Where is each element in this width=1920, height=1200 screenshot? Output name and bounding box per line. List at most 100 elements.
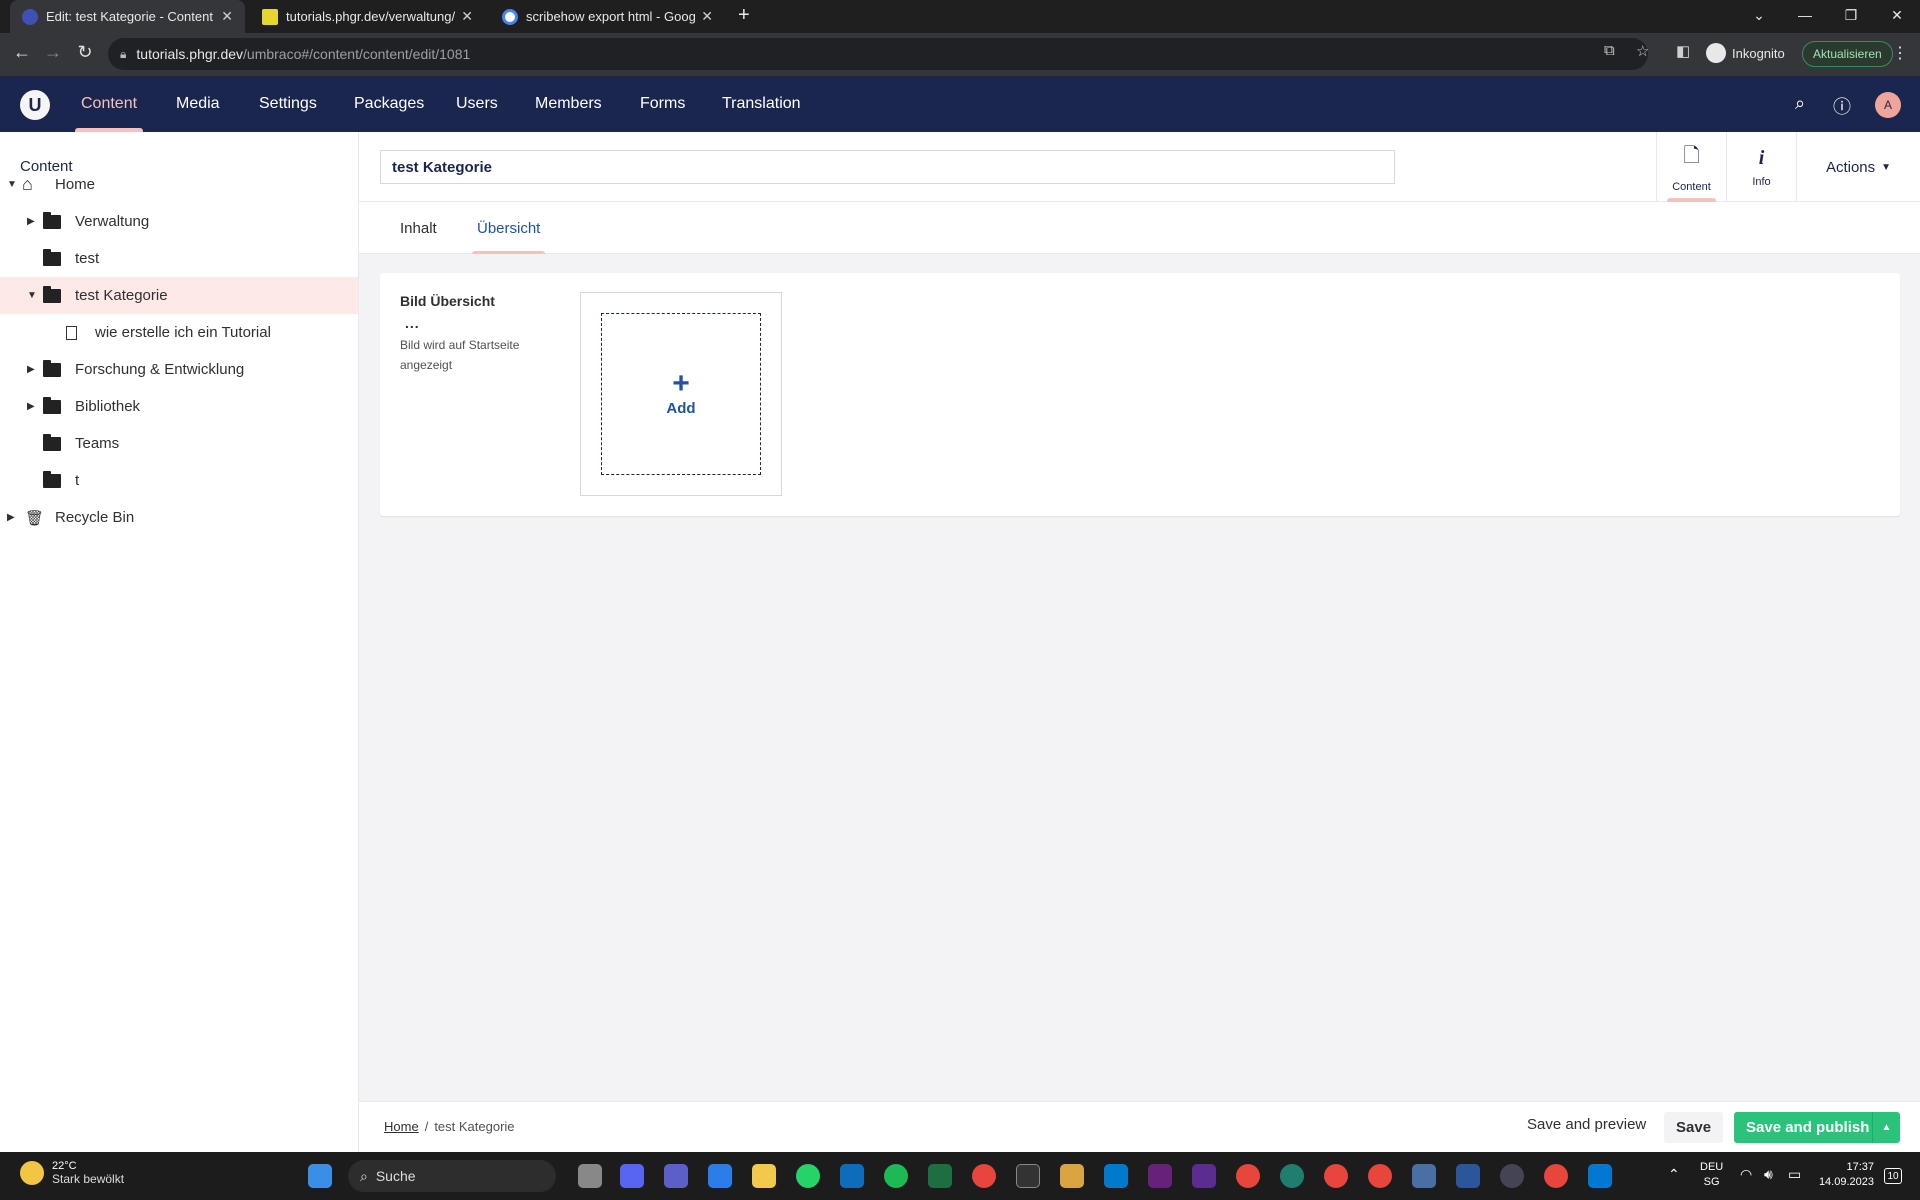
input-language[interactable]: DEU SG (1700, 1160, 1723, 1190)
caret-right-icon[interactable]: ▶ (7, 512, 15, 523)
close-icon[interactable]: ✕ (461, 8, 473, 25)
word-icon[interactable] (1456, 1164, 1480, 1188)
terminal-icon[interactable] (1016, 1164, 1040, 1188)
caret-right-icon[interactable]: ▶ (27, 401, 35, 412)
save-button[interactable]: Save (1664, 1112, 1724, 1143)
tree-item-bibliothek[interactable]: ▶ Bibliothek (0, 388, 358, 425)
tree-item-teams[interactable]: Teams (0, 425, 358, 462)
volume-icon[interactable]: 🔊︎ (1764, 1166, 1773, 1183)
caret-right-icon[interactable]: ▶ (27, 364, 35, 375)
task-view-icon[interactable] (578, 1164, 602, 1188)
browser-tab-umbraco[interactable]: Edit: test Kategorie - Content - tu ✕ (10, 0, 245, 33)
chrome-icon[interactable] (1324, 1164, 1348, 1188)
document-name-input[interactable] (380, 150, 1395, 184)
breadcrumb-home[interactable]: Home (384, 1119, 419, 1134)
forward-arrow-icon[interactable]: → (41, 42, 65, 63)
app-icon[interactable] (1280, 1164, 1304, 1188)
todo-icon[interactable] (708, 1164, 732, 1188)
update-button[interactable]: Aktualisieren (1802, 41, 1893, 67)
nav-content[interactable]: Content (74, 76, 144, 132)
incognito-indicator[interactable]: Inkognito (1706, 39, 1785, 67)
chrome-icon[interactable] (1368, 1164, 1392, 1188)
windows-start-icon[interactable] (308, 1164, 332, 1188)
browser-tab-tutorials[interactable]: tutorials.phgr.dev/verwaltung/inf ✕ (250, 0, 485, 33)
browser-menu-icon[interactable]: ⋮ (1892, 43, 1908, 63)
caret-down-icon[interactable]: ▼ (7, 179, 17, 190)
app-icon[interactable] (1500, 1164, 1524, 1188)
excel-icon[interactable] (928, 1164, 952, 1188)
tree-item-tutorial[interactable]: wie erstelle ich ein Tutorial (0, 314, 358, 351)
window-close-icon[interactable]: ✕ (1874, 0, 1920, 30)
app-icon[interactable] (1192, 1164, 1216, 1188)
whatsapp-icon[interactable] (796, 1164, 820, 1188)
tree-item-test-kategorie[interactable]: ▼ test Kategorie (0, 277, 358, 314)
folder-icon (43, 433, 61, 451)
back-arrow-icon[interactable]: ← (10, 42, 34, 63)
side-panel-icon[interactable]: ◧ (1676, 42, 1690, 60)
tree-item-home[interactable]: ▼ ⌂ Home (0, 166, 358, 203)
nav-media[interactable]: Media (176, 76, 220, 132)
browser-tab-google[interactable]: scribehow export html - Google ✕ (490, 0, 725, 33)
property-more-button[interactable]: ... (405, 315, 420, 331)
wifi-icon[interactable]: ◠ (1740, 1166, 1752, 1183)
outlook-icon[interactable] (840, 1164, 864, 1188)
tab-inhalt[interactable]: Inhalt (400, 202, 437, 254)
save-and-publish-button[interactable]: Save and publish ▲ (1734, 1112, 1900, 1143)
taskbar-search[interactable]: ⌕ Suche (348, 1160, 556, 1192)
caret-down-icon[interactable]: ▼ (27, 290, 37, 301)
caret-right-icon[interactable]: ▶ (27, 216, 35, 227)
spotify-icon[interactable] (884, 1164, 908, 1188)
tree-item-verwaltung[interactable]: ▶ Verwaltung (0, 203, 358, 240)
bookmark-star-icon[interactable]: ☆ (1636, 42, 1649, 60)
visual-studio-icon[interactable] (1148, 1164, 1172, 1188)
nav-members[interactable]: Members (535, 76, 602, 132)
tree-item-test[interactable]: test (0, 240, 358, 277)
reload-icon[interactable]: ↻ (73, 42, 97, 63)
actions-dropdown[interactable]: Actions ▼ (1796, 132, 1920, 202)
weather-widget[interactable]: 22°C Stark bewölkt (20, 1160, 124, 1186)
tab-search-chevron-icon[interactable]: ⌄ (1736, 0, 1782, 30)
content-app-button[interactable]: 🗋︎ Content (1656, 132, 1726, 202)
close-icon[interactable]: ✕ (221, 8, 233, 25)
umbraco-logo[interactable]: U (20, 90, 50, 120)
tree-item-label: wie erstelle ich ein Tutorial (95, 324, 271, 341)
help-icon[interactable]: ⓘ (1830, 93, 1854, 119)
chrome-icon[interactable] (972, 1164, 996, 1188)
file-explorer-icon[interactable] (752, 1164, 776, 1188)
new-tab-icon[interactable]: + (738, 4, 750, 27)
tree-item-recycle-bin[interactable]: ▶ 🗑︎ Recycle Bin (0, 499, 358, 536)
vscode-icon[interactable] (1104, 1164, 1128, 1188)
close-icon[interactable]: ✕ (701, 8, 713, 25)
discord-icon[interactable] (620, 1164, 644, 1188)
browser-tab-strip: Edit: test Kategorie - Content - tu ✕ tu… (0, 0, 1920, 33)
battery-icon[interactable]: ▭ (1788, 1166, 1801, 1183)
tree-item-t[interactable]: t (0, 462, 358, 499)
info-app-button[interactable]: i Info (1726, 132, 1796, 202)
plus-icon: + (672, 366, 690, 400)
clock[interactable]: 17:37 14.09.2023 (1818, 1160, 1874, 1190)
add-media-button[interactable]: + Add (601, 313, 761, 475)
teams-icon[interactable] (664, 1164, 688, 1188)
tree-item-forschung[interactable]: ▶ Forschung & Entwicklung (0, 351, 358, 388)
user-avatar[interactable]: A (1875, 92, 1901, 118)
publish-options-caret-icon[interactable]: ▲ (1872, 1112, 1900, 1143)
app-icon[interactable] (1588, 1164, 1612, 1188)
nav-users[interactable]: Users (456, 76, 498, 132)
tray-chevron-icon[interactable]: ⌃ (1668, 1166, 1680, 1183)
chrome-icon[interactable] (1544, 1164, 1568, 1188)
nav-translation[interactable]: Translation (722, 76, 801, 132)
search-icon[interactable]: ⌕ (1788, 93, 1812, 114)
tab-uebersicht[interactable]: Übersicht (471, 202, 546, 254)
nav-packages[interactable]: Packages (354, 76, 424, 132)
chrome-icon[interactable] (1236, 1164, 1260, 1188)
nav-settings[interactable]: Settings (259, 76, 317, 132)
notification-badge[interactable]: 10 (1884, 1168, 1902, 1184)
restore-icon[interactable]: ❐ (1828, 0, 1874, 30)
app-icon[interactable] (1060, 1164, 1084, 1188)
translate-icon[interactable]: ⧉ (1604, 42, 1615, 59)
address-bar[interactable]: 🔒︎ tutorials.phgr.dev /umbraco#/content/… (108, 38, 1648, 70)
app-icon[interactable] (1412, 1164, 1436, 1188)
minimize-icon[interactable]: — (1782, 0, 1828, 30)
save-and-preview-button[interactable]: Save and preview (1527, 1116, 1646, 1133)
nav-forms[interactable]: Forms (640, 76, 685, 132)
